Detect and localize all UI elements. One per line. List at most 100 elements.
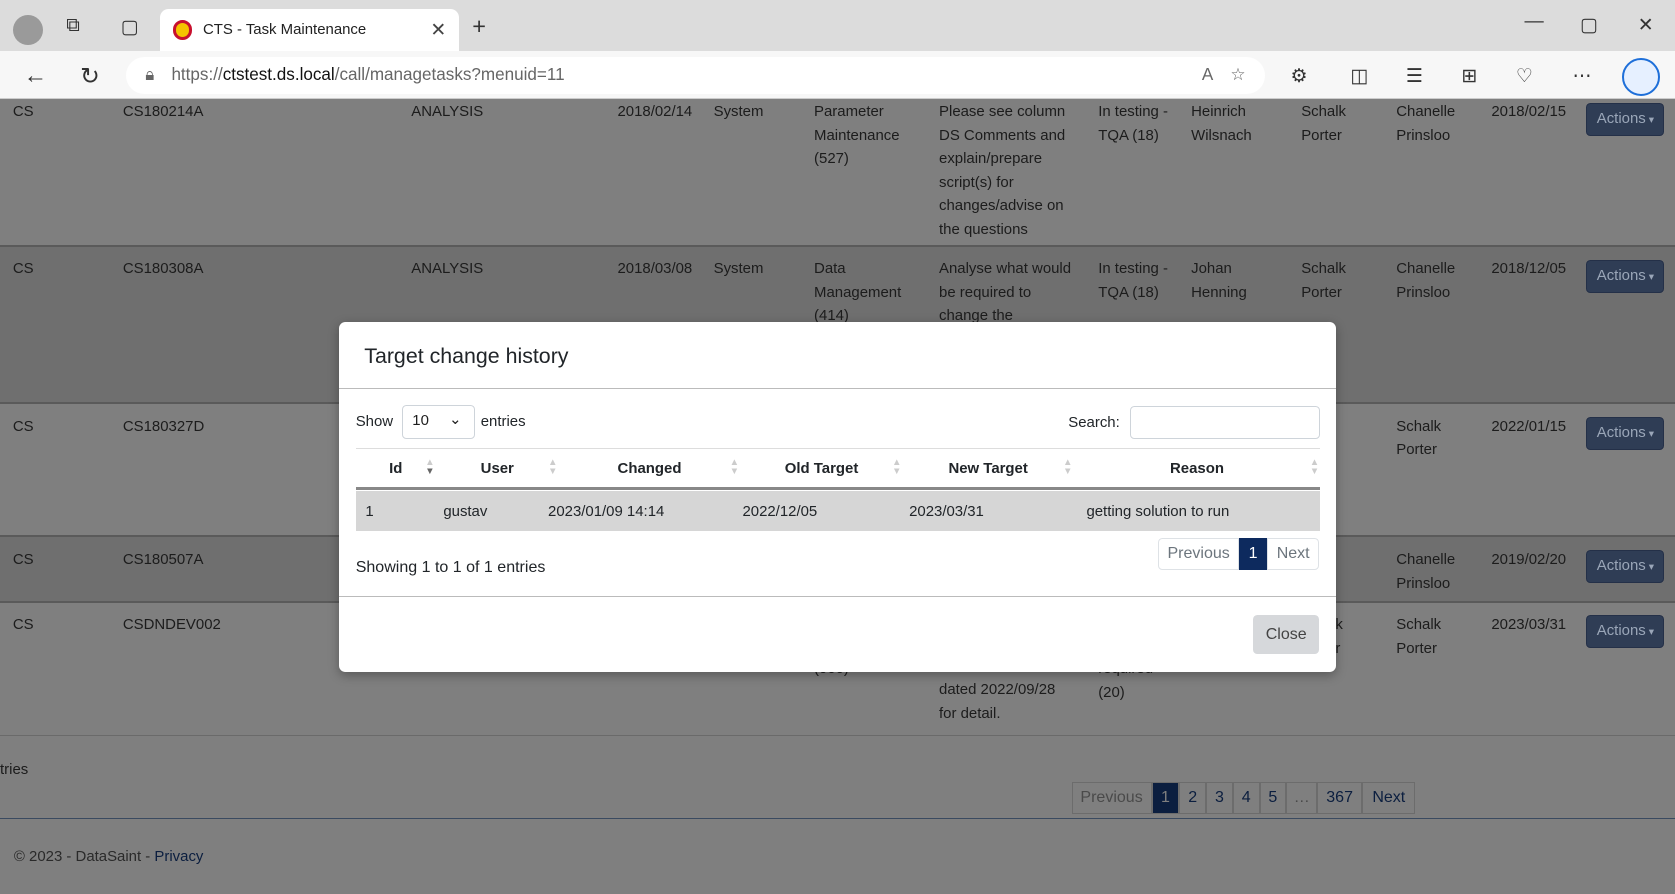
cell-line: Please see column [939,103,1066,121]
cell-c5: Data Management (414) [814,257,901,328]
pagination-page-last[interactable]: 367 [1317,781,1363,815]
modal-pagination-next[interactable]: Next [1266,538,1320,571]
cell-line: Data [814,260,846,278]
tab-active[interactable]: CTS - Task Maintenance ✕ [160,8,460,52]
favorite-star-icon[interactable]: ☆ [1230,65,1245,85]
cell-line: changes/advise on [939,197,1064,215]
maximize-icon[interactable]: ▢ [1580,13,1598,37]
cell-line: Schalk [1396,616,1442,634]
cell-c11: 2019/02/20 [1491,551,1567,569]
sort-icon: ▲ ▼ [892,457,902,477]
entries-select[interactable]: 10 ⌄ [401,404,476,440]
cell-line: Chanelle [1396,103,1456,121]
pagination-previous[interactable]: Previous [1071,781,1152,815]
column-header-old-target[interactable]: Old Target [740,457,902,481]
history-cell: getting solution to run [1086,502,1230,520]
cell-line: Porter [1396,441,1437,458]
cell-c7: In testing - TQA (18) [1098,100,1168,147]
pagination-page-2[interactable]: 2 [1179,781,1207,815]
pagination-next[interactable]: Next [1362,781,1416,815]
actions-dropdown-button[interactable]: Actions ▾ [1586,416,1665,450]
cell-c10: Chanelle Prinsloo [1396,548,1455,595]
close-tab-icon[interactable]: ✕ [430,18,446,42]
pagination-page-4[interactable]: 4 [1232,781,1260,815]
address-bar[interactable]: 🔒︎ https://ctstest.ds.local/call/managet… [126,56,1265,94]
cell-c9: kr [1335,613,1342,660]
cell-c9: Schalk Porter [1301,257,1346,304]
profile-avatar[interactable] [12,14,43,45]
cell-c1: CS180214A [122,103,204,121]
cell-c0: CS [12,616,34,634]
column-header-new-target[interactable]: New Target [903,457,1074,481]
close-button[interactable]: Close [1253,615,1320,654]
cell-c1: CSDNDEV002 [122,616,221,634]
cell-line: Management [814,283,902,301]
table-info: tries [0,761,29,779]
history-cell: gustav [443,502,488,520]
column-header-user[interactable]: User [436,457,559,481]
modal-pagination-previous[interactable]: Previous [1158,538,1240,571]
more-icon[interactable]: ⋯ [1573,64,1592,88]
cell-line: script(s) for [939,173,1014,191]
cell-c11: 2023/03/31 [1491,616,1567,634]
cell-c1: CS180507A [122,551,204,569]
cell-line: (527) [814,150,849,168]
pagination-page-5[interactable]: 5 [1259,781,1287,815]
modal-header-divider [338,387,1337,389]
actions-dropdown-button[interactable]: Actions ▾ [1586,615,1665,649]
new-tab-icon[interactable]: + [472,13,486,40]
search-input[interactable] [1130,405,1321,440]
cell-c2: ANALYSIS [411,103,484,121]
health-icon[interactable]: ♡ [1516,64,1533,88]
cell-line: Wilsnach [1191,126,1252,144]
privacy-link[interactable]: Privacy [154,848,203,865]
read-aloud-icon[interactable]: A [1202,65,1213,85]
cell-line: dated 2022/09/28 [939,681,1056,699]
column-header-changed[interactable]: Changed [559,457,741,481]
cell-c1: CS180308A [122,260,204,278]
column-header-reason[interactable]: Reason [1074,457,1321,481]
favorites-icon[interactable]: ☰ [1406,64,1423,88]
cell-c5: Parameter Maintenance (527) [814,100,900,171]
cell-line: Chanelle [1396,260,1456,278]
cell-line: Prinsloo [1396,126,1451,144]
actions-dropdown-button[interactable]: Actions ▾ [1586,550,1665,584]
cell-c2: ANALYSIS [411,260,484,278]
cell-c4: System [713,260,764,278]
cell-c11: 2022/01/15 [1491,417,1567,435]
collections-icon[interactable]: ⊞ [1461,64,1477,88]
actions-dropdown-button[interactable]: Actions ▾ [1586,102,1665,136]
cell-line: Johan [1191,260,1232,278]
modal-pagination-page-1[interactable]: 1 [1239,538,1267,571]
history-cell: 2022/12/05 [742,502,818,520]
extensions-icon[interactable]: ⚙ [1291,64,1308,88]
cell-line: Heinrich [1191,103,1246,121]
cell-c10: Schalk Porter [1396,613,1441,660]
cell-line: In testing - [1098,260,1168,278]
actions-dropdown-button[interactable]: Actions ▾ [1586,259,1665,293]
split-screen-icon[interactable]: ◫ [1350,64,1368,88]
cell-line: Maintenance [814,126,900,144]
bing-copilot-icon[interactable] [1621,57,1661,97]
close-window-icon[interactable]: ✕ [1638,13,1654,37]
cell-line: explain/prepare [939,150,1043,168]
cell-line: Henning [1191,283,1247,301]
cell-c10: Schalk Porter [1396,415,1441,462]
refresh-icon[interactable]: ↻ [80,62,100,90]
back-icon[interactable]: ← [24,62,48,89]
footer: © 2023 - DataSaint - Privacy [13,848,204,866]
cell-line: r [1335,639,1341,657]
minimize-icon[interactable]: — [1524,11,1543,33]
column-header-id[interactable]: Id [356,457,436,481]
cell-line: Prinsloo [1396,574,1451,592]
vertical-tabs-icon[interactable]: ▢ [121,15,139,39]
pagination-page-1[interactable]: 1 [1151,781,1180,815]
cell-c8: Heinrich Wilsnach [1191,100,1252,147]
search-label: Search: [1068,414,1120,432]
workspaces-icon[interactable]: ⧉ [66,15,80,37]
pagination-page-3[interactable]: 3 [1206,781,1233,815]
pagination-ellipsis: … [1286,781,1318,815]
cell-c3: 2018/02/14 [617,103,693,121]
cell-line: TQA (18) [1098,126,1159,144]
cell-line: DS Comments and [939,126,1066,144]
